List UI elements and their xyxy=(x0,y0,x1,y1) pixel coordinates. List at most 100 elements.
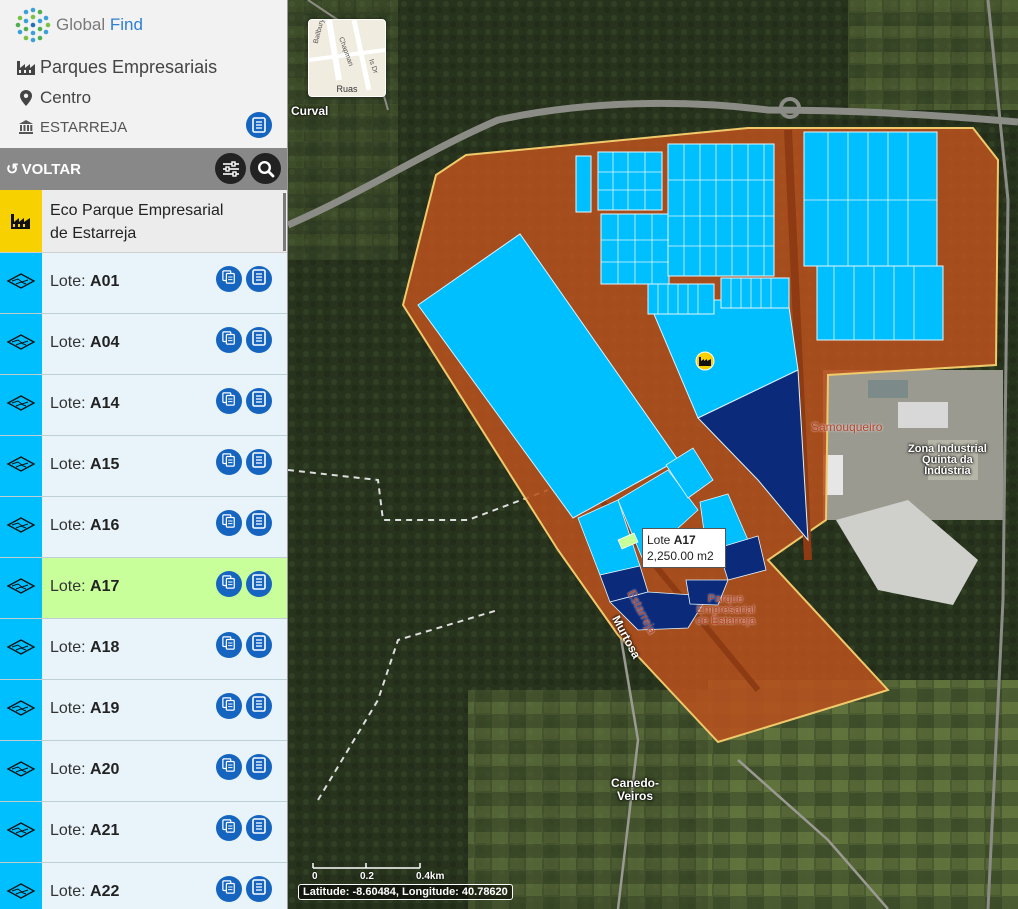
basemap-label: Ruas xyxy=(336,84,358,94)
lot-info-button[interactable] xyxy=(246,449,272,475)
lot-code: A21 xyxy=(90,822,120,839)
brand-name: Global Find xyxy=(56,15,143,35)
lot-info-button[interactable] xyxy=(246,754,272,780)
lot-list-item[interactable]: Lote: A14 xyxy=(0,375,287,436)
lot-tooltip: Lote A17 2,250.00 m2 xyxy=(642,528,726,568)
lot-marker xyxy=(0,497,42,557)
lot-code: A16 xyxy=(90,517,120,534)
lot-list-item[interactable]: Lote: A04 xyxy=(0,314,287,375)
document-icon xyxy=(252,817,266,839)
lot-code: A15 xyxy=(90,456,120,473)
lot-prefix: Lote: xyxy=(50,456,91,473)
factory-icon xyxy=(11,214,30,229)
lot-marker xyxy=(0,436,42,496)
parcel-icon xyxy=(6,638,36,661)
parcel-icon xyxy=(6,516,36,539)
lot-copy-button[interactable] xyxy=(216,449,242,475)
map-pin-icon xyxy=(15,87,37,109)
lot-copy-button[interactable] xyxy=(216,327,242,353)
breadcrumb-category[interactable]: Parques Empresariais xyxy=(15,56,217,78)
lot-prefix: Lote: xyxy=(50,517,91,534)
parcel-icon xyxy=(6,455,36,478)
lot-copy-button[interactable] xyxy=(216,266,242,292)
lot-code: A22 xyxy=(90,883,120,900)
lot-list-item[interactable]: Lote: A01 xyxy=(0,253,287,314)
lot-copy-button[interactable] xyxy=(216,510,242,536)
lot-list-item[interactable]: Lote: A18 xyxy=(0,619,287,680)
lot-copy-button[interactable] xyxy=(216,632,242,658)
lot-info-button[interactable] xyxy=(246,327,272,353)
lot-list-item[interactable]: Lote: A19 xyxy=(0,680,287,741)
lot-marker xyxy=(0,863,42,909)
lot-info-button[interactable] xyxy=(246,876,272,902)
refresh-back-icon: ↺ xyxy=(6,161,19,178)
lot-copy-button[interactable] xyxy=(216,754,242,780)
parcel-icon xyxy=(6,272,36,295)
document-icon xyxy=(252,390,266,412)
lot-code: A01 xyxy=(90,273,120,290)
document-icon xyxy=(252,117,266,133)
parcel-icon xyxy=(6,882,36,905)
map-view[interactable]: Bailbury Chapman Is Dr Ruas Curval Samou… xyxy=(288,0,1018,909)
parcel-icon xyxy=(6,821,36,844)
lot-list-item[interactable]: Lote: A17 xyxy=(0,558,287,619)
lot-list-item[interactable]: Lote: A22 xyxy=(0,863,287,909)
lot-info-button[interactable] xyxy=(246,510,272,536)
scale-tick-1: 0.2 xyxy=(360,871,374,882)
document-icon xyxy=(252,634,266,656)
lot-info-button[interactable] xyxy=(246,632,272,658)
lot-marker xyxy=(0,253,42,313)
lot-code: A17 xyxy=(90,578,120,595)
town-hall-icon xyxy=(15,116,37,138)
lot-prefix: Lote: xyxy=(50,334,91,351)
municipality-info-button[interactable] xyxy=(246,112,272,138)
document-icon xyxy=(252,573,266,595)
back-button[interactable]: ↺ VOLTAR xyxy=(6,160,81,179)
scale-tick-0: 0 xyxy=(312,871,318,882)
coordinate-readout: Latitude: -8.60484, Longitude: 40.78620 xyxy=(298,884,513,900)
filter-button[interactable] xyxy=(215,153,246,184)
breadcrumb-municipality[interactable]: ESTARREJA xyxy=(15,116,127,138)
lot-label: Lote: A21 xyxy=(50,822,119,840)
lot-list-item[interactable]: Lote: A15 xyxy=(0,436,287,497)
parcel-icon xyxy=(6,760,36,783)
lot-copy-button[interactable] xyxy=(216,693,242,719)
lot-copy-button[interactable] xyxy=(216,815,242,841)
park-marker xyxy=(0,190,42,252)
lot-list-item[interactable]: Lote: A21 xyxy=(0,802,287,863)
lot-info-button[interactable] xyxy=(246,815,272,841)
lot-marker xyxy=(0,375,42,435)
lot-list-item[interactable]: Lote: A20 xyxy=(0,741,287,802)
lot-label: Lote: A16 xyxy=(50,517,119,535)
lot-info-button[interactable] xyxy=(246,266,272,292)
place-label-zona-industrial: Zona Industrial Quinta da Indústria xyxy=(908,444,987,477)
lot-copy-button[interactable] xyxy=(216,388,242,414)
search-button[interactable] xyxy=(250,153,281,184)
lot-prefix: Lote: xyxy=(50,578,91,595)
park-list-item[interactable]: Eco Parque Empresarial de Estarreja xyxy=(0,190,287,421)
scrollbar-thumb[interactable] xyxy=(283,193,286,251)
municipality-label: ESTARREJA xyxy=(40,118,128,136)
lot-code: A04 xyxy=(90,334,120,351)
lot-marker xyxy=(0,619,42,679)
copy-document-icon xyxy=(222,452,236,473)
lot-prefix: Lote: xyxy=(50,761,91,778)
lot-marker xyxy=(0,314,42,374)
parcel-icon xyxy=(6,333,36,356)
breadcrumb-region[interactable]: Centro xyxy=(15,87,91,109)
lot-list: Lote: A01 Lote: A04 Lote: A14 Lote: A15 Lote… xyxy=(0,253,287,909)
lot-list-item[interactable]: Lote: A16 xyxy=(0,497,287,558)
document-icon xyxy=(252,451,266,473)
document-icon xyxy=(252,695,266,717)
lot-info-button[interactable] xyxy=(246,693,272,719)
place-label-curval: Curval xyxy=(291,104,329,118)
toolbar: ↺ VOLTAR xyxy=(0,148,287,190)
basemap-toggle[interactable]: Bailbury Chapman Is Dr Ruas xyxy=(308,19,386,97)
lot-label: Lote: A19 xyxy=(50,700,119,718)
lot-info-button[interactable] xyxy=(246,571,272,597)
lot-copy-button[interactable] xyxy=(216,876,242,902)
lot-copy-button[interactable] xyxy=(216,571,242,597)
copy-document-icon xyxy=(222,635,236,656)
lot-info-button[interactable] xyxy=(246,388,272,414)
lot-prefix: Lote: xyxy=(50,273,91,290)
